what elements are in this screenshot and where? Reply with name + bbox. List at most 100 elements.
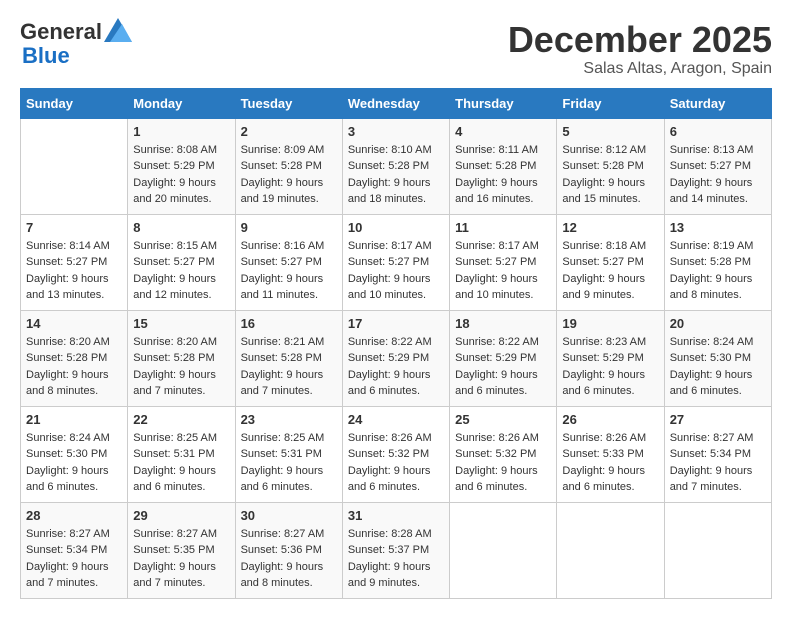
day-info: Sunrise: 8:27 AMSunset: 5:35 PMDaylight:… xyxy=(133,528,217,590)
col-saturday: Saturday xyxy=(664,88,771,118)
day-info: Sunrise: 8:20 AMSunset: 5:28 PMDaylight:… xyxy=(26,336,110,398)
day-number: 9 xyxy=(241,220,337,235)
page-header: General Blue December 2025 Salas Altas, … xyxy=(20,20,772,78)
calendar-week-row: 28 Sunrise: 8:27 AMSunset: 5:34 PMDayligh… xyxy=(21,502,772,598)
logo: General Blue xyxy=(20,20,132,68)
day-info: Sunrise: 8:25 AMSunset: 5:31 PMDaylight:… xyxy=(241,432,325,494)
table-row: 11 Sunrise: 8:17 AMSunset: 5:27 PMDayligh… xyxy=(450,214,557,310)
day-info: Sunrise: 8:12 AMSunset: 5:28 PMDaylight:… xyxy=(562,144,646,206)
col-wednesday: Wednesday xyxy=(342,88,449,118)
day-info: Sunrise: 8:15 AMSunset: 5:27 PMDaylight:… xyxy=(133,240,217,302)
calendar-week-row: 14 Sunrise: 8:20 AMSunset: 5:28 PMDayligh… xyxy=(21,310,772,406)
table-row: 6 Sunrise: 8:13 AMSunset: 5:27 PMDaylight… xyxy=(664,118,771,214)
day-number: 30 xyxy=(241,508,337,523)
table-row: 15 Sunrise: 8:20 AMSunset: 5:28 PMDayligh… xyxy=(128,310,235,406)
day-number: 20 xyxy=(670,316,766,331)
day-info: Sunrise: 8:10 AMSunset: 5:28 PMDaylight:… xyxy=(348,144,432,206)
table-row: 21Sunrise: 8:24 AMSunset: 5:30 PMDayligh… xyxy=(21,406,128,502)
table-row: 2 Sunrise: 8:09 AMSunset: 5:28 PMDaylight… xyxy=(235,118,342,214)
day-number: 2 xyxy=(241,124,337,139)
day-number: 14 xyxy=(26,316,122,331)
day-number: 27 xyxy=(670,412,766,427)
table-row: 9 Sunrise: 8:16 AMSunset: 5:27 PMDaylight… xyxy=(235,214,342,310)
day-number: 21 xyxy=(26,412,122,427)
col-thursday: Thursday xyxy=(450,88,557,118)
month-title: December 2025 xyxy=(508,20,772,60)
table-row xyxy=(664,502,771,598)
day-number: 7 xyxy=(26,220,122,235)
day-number: 13 xyxy=(670,220,766,235)
day-info: Sunrise: 8:27 AMSunset: 5:34 PMDaylight:… xyxy=(26,528,110,590)
day-info: Sunrise: 8:25 AMSunset: 5:31 PMDaylight:… xyxy=(133,432,217,494)
logo-text-blue: Blue xyxy=(22,44,132,68)
day-number: 5 xyxy=(562,124,658,139)
day-number: 28 xyxy=(26,508,122,523)
day-number: 17 xyxy=(348,316,444,331)
table-row: 28 Sunrise: 8:27 AMSunset: 5:34 PMDayligh… xyxy=(21,502,128,598)
table-row: 29Sunrise: 8:27 AMSunset: 5:35 PMDayligh… xyxy=(128,502,235,598)
table-row: 23 Sunrise: 8:25 AMSunset: 5:31 PMDayligh… xyxy=(235,406,342,502)
day-number: 8 xyxy=(133,220,229,235)
table-row: 18 Sunrise: 8:22 AMSunset: 5:29 PMDayligh… xyxy=(450,310,557,406)
calendar-week-row: 21Sunrise: 8:24 AMSunset: 5:30 PMDayligh… xyxy=(21,406,772,502)
day-info: Sunrise: 8:27 AMSunset: 5:34 PMDaylight:… xyxy=(670,432,754,494)
day-info: Sunrise: 8:22 AMSunset: 5:29 PMDaylight:… xyxy=(348,336,432,398)
day-number: 26 xyxy=(562,412,658,427)
day-number: 31 xyxy=(348,508,444,523)
table-row: 14 Sunrise: 8:20 AMSunset: 5:28 PMDayligh… xyxy=(21,310,128,406)
col-sunday: Sunday xyxy=(21,88,128,118)
day-number: 18 xyxy=(455,316,551,331)
day-info: Sunrise: 8:22 AMSunset: 5:29 PMDaylight:… xyxy=(455,336,539,398)
day-info: Sunrise: 8:18 AMSunset: 5:27 PMDaylight:… xyxy=(562,240,646,302)
calendar-week-row: 7 Sunrise: 8:14 AMSunset: 5:27 PMDaylight… xyxy=(21,214,772,310)
location-title: Salas Altas, Aragon, Spain xyxy=(508,60,772,78)
day-info: Sunrise: 8:14 AMSunset: 5:27 PMDaylight:… xyxy=(26,240,110,302)
col-monday: Monday xyxy=(128,88,235,118)
logo-icon xyxy=(104,18,132,42)
table-row: 5 Sunrise: 8:12 AMSunset: 5:28 PMDaylight… xyxy=(557,118,664,214)
day-info: Sunrise: 8:13 AMSunset: 5:27 PMDaylight:… xyxy=(670,144,754,206)
table-row: 13 Sunrise: 8:19 AMSunset: 5:28 PMDayligh… xyxy=(664,214,771,310)
day-number: 12 xyxy=(562,220,658,235)
table-row: 25 Sunrise: 8:26 AMSunset: 5:32 PMDayligh… xyxy=(450,406,557,502)
table-row: 30 Sunrise: 8:27 AMSunset: 5:36 PMDayligh… xyxy=(235,502,342,598)
table-row xyxy=(21,118,128,214)
day-info: Sunrise: 8:23 AMSunset: 5:29 PMDaylight:… xyxy=(562,336,646,398)
day-info: Sunrise: 8:11 AMSunset: 5:28 PMDaylight:… xyxy=(455,144,538,206)
day-number: 4 xyxy=(455,124,551,139)
day-number: 23 xyxy=(241,412,337,427)
calendar-week-row: 1 Sunrise: 8:08 AMSunset: 5:29 PMDaylight… xyxy=(21,118,772,214)
day-info: Sunrise: 8:19 AMSunset: 5:28 PMDaylight:… xyxy=(670,240,754,302)
day-info: Sunrise: 8:26 AMSunset: 5:32 PMDaylight:… xyxy=(455,432,539,494)
day-info: Sunrise: 8:17 AMSunset: 5:27 PMDaylight:… xyxy=(455,240,539,302)
table-row: 17 Sunrise: 8:22 AMSunset: 5:29 PMDayligh… xyxy=(342,310,449,406)
table-row: 3Sunrise: 8:10 AMSunset: 5:28 PMDaylight… xyxy=(342,118,449,214)
table-row: 1 Sunrise: 8:08 AMSunset: 5:29 PMDaylight… xyxy=(128,118,235,214)
day-number: 1 xyxy=(133,124,229,139)
day-number: 24 xyxy=(348,412,444,427)
day-number: 25 xyxy=(455,412,551,427)
day-info: Sunrise: 8:08 AMSunset: 5:29 PMDaylight:… xyxy=(133,144,217,206)
day-info: Sunrise: 8:17 AMSunset: 5:27 PMDaylight:… xyxy=(348,240,432,302)
table-row: 7 Sunrise: 8:14 AMSunset: 5:27 PMDaylight… xyxy=(21,214,128,310)
day-number: 10 xyxy=(348,220,444,235)
day-number: 15 xyxy=(133,316,229,331)
day-info: Sunrise: 8:16 AMSunset: 5:27 PMDaylight:… xyxy=(241,240,325,302)
table-row: 10 Sunrise: 8:17 AMSunset: 5:27 PMDayligh… xyxy=(342,214,449,310)
day-info: Sunrise: 8:26 AMSunset: 5:32 PMDaylight:… xyxy=(348,432,432,494)
col-friday: Friday xyxy=(557,88,664,118)
day-info: Sunrise: 8:27 AMSunset: 5:36 PMDaylight:… xyxy=(241,528,325,590)
day-info: Sunrise: 8:24 AMSunset: 5:30 PMDaylight:… xyxy=(670,336,754,398)
table-row: 26Sunrise: 8:26 AMSunset: 5:33 PMDayligh… xyxy=(557,406,664,502)
calendar-header-row: Sunday Monday Tuesday Wednesday Thursday… xyxy=(21,88,772,118)
logo-text-general: General xyxy=(20,20,102,44)
table-row: 19Sunrise: 8:23 AMSunset: 5:29 PMDayligh… xyxy=(557,310,664,406)
day-info: Sunrise: 8:20 AMSunset: 5:28 PMDaylight:… xyxy=(133,336,217,398)
day-info: Sunrise: 8:21 AMSunset: 5:28 PMDaylight:… xyxy=(241,336,325,398)
day-info: Sunrise: 8:09 AMSunset: 5:28 PMDaylight:… xyxy=(241,144,325,206)
table-row: 27 Sunrise: 8:27 AMSunset: 5:34 PMDayligh… xyxy=(664,406,771,502)
table-row: 4 Sunrise: 8:11 AMSunset: 5:28 PMDaylight… xyxy=(450,118,557,214)
day-number: 6 xyxy=(670,124,766,139)
table-row: 16Sunrise: 8:21 AMSunset: 5:28 PMDayligh… xyxy=(235,310,342,406)
day-number: 11 xyxy=(455,220,551,235)
